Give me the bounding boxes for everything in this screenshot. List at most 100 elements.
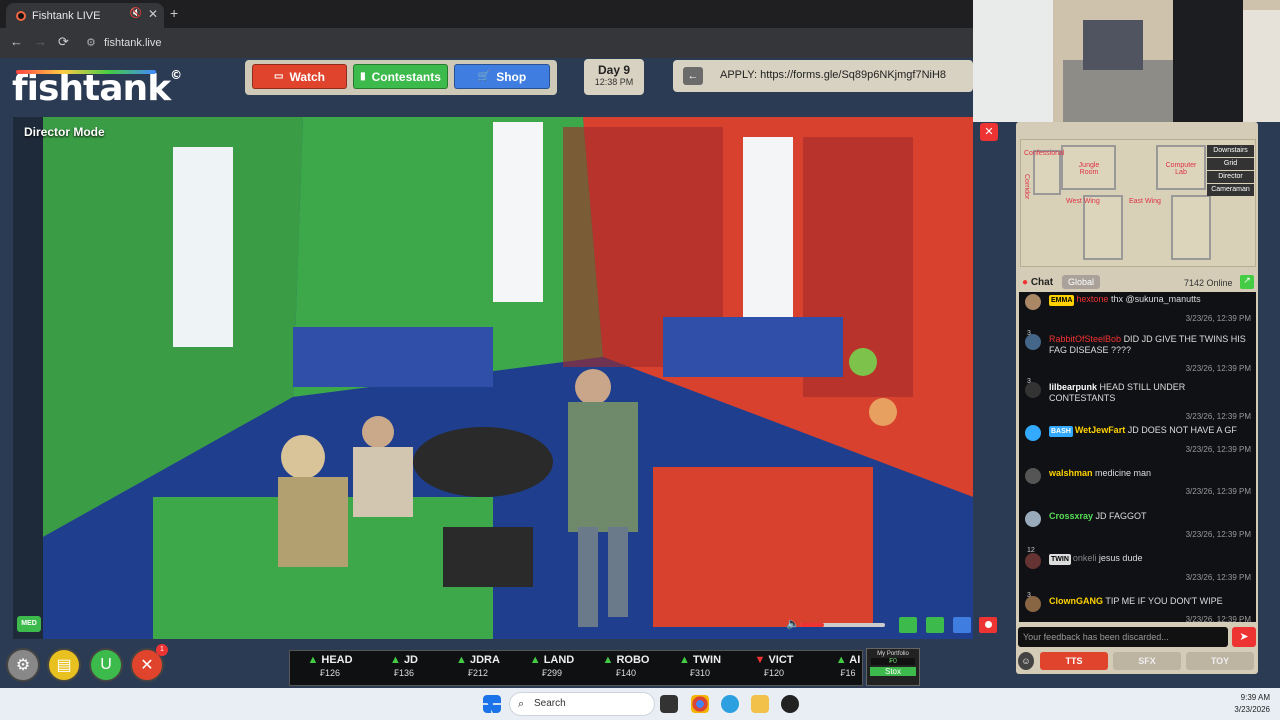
user-badge: TWIN [1049, 554, 1071, 565]
apply-text[interactable]: APPLY: https://forms.gle/Sq89p6NKjmgf7Ni… [720, 69, 946, 81]
new-tab-button[interactable]: + [170, 5, 178, 21]
video-close-button[interactable]: ✕ [980, 123, 998, 141]
fishtank-logo[interactable]: fishtank© [12, 68, 182, 109]
avatar[interactable] [1025, 511, 1041, 527]
tts-button[interactable]: TTS [1040, 652, 1108, 670]
apply-back-button[interactable]: ← [683, 67, 703, 85]
username[interactable]: hextone [1076, 294, 1108, 304]
task-view-icon[interactable] [660, 695, 678, 713]
back-button[interactable]: ← [10, 34, 23, 49]
message-time: 3/23/26, 12:39 PM [1185, 487, 1251, 496]
send-button[interactable]: ➤ [1232, 627, 1256, 647]
file-explorer-icon[interactable] [751, 695, 769, 713]
chat-messages[interactable]: EMMA hextone thx @sukuna_manutts 3/23/26, … [1019, 292, 1256, 622]
reload-button[interactable]: ⟳ [58, 34, 69, 50]
chrome-icon[interactable] [691, 695, 709, 713]
map-button-director[interactable]: Director [1207, 171, 1254, 183]
volume-icon[interactable]: 🔈 [786, 617, 800, 633]
os-taskbar: ⌕ Search 9:39 AM 3/23/2026 [0, 688, 1280, 720]
tab-mute-icon[interactable]: 🔇 [130, 8, 142, 19]
sfx-button[interactable]: SFX [1113, 652, 1181, 670]
map-label-east-wing: East Wing [1129, 198, 1161, 205]
map-label-computer-lab: Computer Lab [1165, 162, 1197, 176]
address-bar: ← → ⟳ ⚙ fishtank.live [0, 28, 973, 58]
map-button-grid[interactable]: Grid [1207, 158, 1254, 170]
emoji-icon[interactable]: ☺ [1018, 652, 1034, 670]
avatar[interactable] [1025, 596, 1041, 612]
apply-banner[interactable]: ← APPLY: https://forms.gle/Sq89p6NKjmgf7… [673, 60, 973, 92]
contestants-button[interactable]: ▮ Contestants [353, 64, 448, 89]
chat-input[interactable]: Your feedback has been discarded... [1018, 627, 1228, 647]
cast-icon[interactable] [926, 617, 944, 633]
tab-close-icon[interactable]: ✕ [148, 7, 158, 21]
username[interactable]: ClownGANG [1049, 596, 1103, 606]
portfolio-label: My Portfolio [877, 651, 909, 657]
map-button-cameraman[interactable]: Cameraman [1207, 184, 1254, 196]
magnet-icon[interactable]: U [89, 648, 123, 682]
username[interactable]: walshman [1049, 468, 1093, 478]
ticker-item[interactable]: ▲ JD ₣136 [374, 654, 434, 678]
ticker-item[interactable]: ▲ ROBO ₣140 [596, 654, 656, 678]
avatar[interactable] [1025, 425, 1041, 441]
volume-slider[interactable] [800, 623, 885, 627]
ticker-item[interactable]: ▲ HEAD ₣126 [300, 654, 360, 678]
shop-button[interactable]: 🛒 Shop [454, 64, 550, 89]
director-mode-label: Director Mode [24, 125, 105, 139]
avatar[interactable] [1025, 553, 1041, 569]
avatar[interactable] [1025, 382, 1041, 398]
streamer-webcam [973, 0, 1280, 122]
map-button-downstairs[interactable]: Downstairs [1207, 145, 1254, 157]
map-label-west-wing: West Wing [1066, 198, 1100, 205]
ticker-item[interactable]: ▲ AI ₣16 [818, 654, 862, 678]
message-time: 3/23/26, 12:39 PM [1185, 573, 1251, 582]
system-clock[interactable]: 9:39 AM 3/23/2026 [1234, 692, 1270, 716]
record-icon[interactable] [979, 617, 997, 633]
nav-panel: ▭ Watch ▮ Contestants 🛒 Shop [245, 60, 557, 95]
site-settings-icon[interactable]: ⚙ [86, 32, 96, 54]
map-room-east-wing[interactable] [1171, 195, 1211, 260]
room-camera-feed [43, 117, 973, 639]
toy-button[interactable]: TOY [1186, 652, 1254, 670]
video-player[interactable] [13, 117, 973, 639]
chat-message: 3 ClownGANG TIP ME IF YOU DON'T WIPE 3/23… [1023, 592, 1251, 622]
stox-button[interactable]: Stox [870, 667, 916, 676]
message-text: jesus dude [1098, 553, 1143, 563]
browser-tab-bar: Fishtank LIVE 🔇 ✕ + [0, 0, 973, 28]
message-time: 3/23/26, 12:39 PM [1185, 530, 1251, 539]
volume-fill [800, 623, 824, 627]
avatar[interactable] [1025, 294, 1041, 310]
forward-button[interactable]: → [34, 34, 47, 49]
url-field[interactable]: ⚙ fishtank.live [80, 32, 960, 54]
ticker-item[interactable]: ▼ VICT ₣120 [744, 654, 804, 678]
ticker-item[interactable]: ▲ TWIN ₣310 [670, 654, 730, 678]
avatar[interactable] [1025, 468, 1041, 484]
username[interactable]: RabbitOfSteelBob [1049, 334, 1121, 344]
username[interactable]: Crossxray [1049, 511, 1093, 521]
settings-icon[interactable]: ⚙ [6, 648, 40, 682]
chat-expand-icon[interactable]: ↗ [1240, 275, 1254, 289]
ticker-item[interactable]: ▲ JDRA ₣212 [448, 654, 508, 678]
chat-tab-global[interactable]: Global [1062, 275, 1101, 289]
chat-message: EMMA hextone thx @sukuna_manutts 3/23/26, … [1023, 294, 1251, 324]
browser-tab[interactable]: Fishtank LIVE 🔇 ✕ [6, 3, 164, 28]
fullscreen-icon[interactable] [953, 617, 971, 633]
chat-pin-icon: ● [1022, 277, 1029, 288]
edge-icon[interactable] [721, 695, 739, 713]
quality-badge[interactable]: MED [17, 616, 41, 632]
username[interactable]: onkeli [1073, 553, 1097, 563]
shop-label: Shop [496, 69, 527, 84]
username[interactable]: WetJewFart [1075, 425, 1125, 435]
sfx-label: SFX [1138, 656, 1156, 666]
ticker-item[interactable]: ▲ LAND ₣299 [522, 654, 582, 678]
watch-label: Watch [289, 69, 325, 84]
watch-button[interactable]: ▭ Watch [252, 64, 347, 89]
username[interactable]: lilbearpunk [1049, 382, 1097, 392]
windows-start-icon[interactable] [483, 695, 501, 713]
contestants-label: Contestants [371, 69, 441, 84]
avatar[interactable] [1025, 334, 1041, 350]
app-icon[interactable] [781, 695, 799, 713]
clip-icon[interactable] [899, 617, 917, 633]
stock-ticker[interactable]: ▲ HEAD ₣126 ▲ JD ₣136 ▲ JDRA ₣212 ▲ LAND ₣29… [289, 650, 863, 686]
items-icon[interactable]: ▤ [47, 648, 81, 682]
taskbar-search[interactable]: ⌕ Search [509, 692, 655, 716]
